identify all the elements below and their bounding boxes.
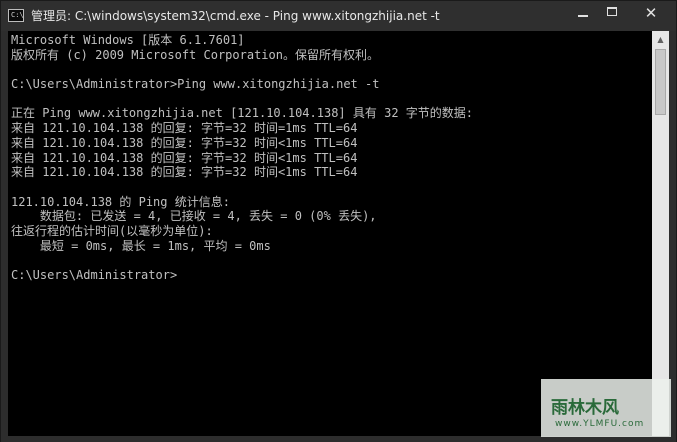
maximize-icon — [607, 7, 617, 16]
console-line: Microsoft Windows [版本 6.1.7601] — [11, 33, 245, 47]
window-title: 管理员: C:\windows\system32\cmd.exe - Ping … — [31, 9, 440, 23]
scrollbar-thumb[interactable] — [655, 49, 666, 115]
vertical-scrollbar[interactable]: ▲ — [652, 31, 669, 436]
cmd-window: C:\ 管理员: C:\windows\system32\cmd.exe - P… — [0, 0, 677, 442]
watermark-url: www.YLMFU.com — [555, 419, 645, 429]
console-line: 正在 Ping www.xitongzhijia.net [121.10.104… — [11, 106, 474, 121]
site-watermark: 雨林木风 www.YLMFU.com — [541, 379, 671, 437]
console-line: 来自 121.10.104.138 的回复: 字节=32 时间<1ms TTL=… — [11, 150, 358, 165]
minimize-icon — [578, 15, 588, 17]
scroll-up-arrow-icon[interactable]: ▲ — [652, 31, 669, 48]
minimize-button[interactable] — [569, 1, 597, 25]
close-button[interactable]: ✕ — [629, 1, 673, 25]
close-icon: ✕ — [644, 4, 658, 22]
maximize-button[interactable] — [599, 1, 627, 25]
console-line: 往返行程的估计时间(以毫秒为单位): — [11, 223, 213, 238]
console-line: 最短 = 0ms, 最长 = 1ms, 平均 = 0ms — [11, 238, 271, 253]
console-line: C:\Users\Administrator> — [11, 268, 178, 282]
console-output[interactable]: Microsoft Windows [版本 6.1.7601] 版权所有 (c) … — [8, 31, 652, 436]
cmd-app-icon[interactable]: C:\ — [8, 9, 24, 22]
console-line: 数据包: 已发送 = 4, 已接收 = 4, 丢失 = 0 (0% 丢失), — [11, 209, 377, 224]
watermark-text: 雨林木风 — [551, 398, 619, 418]
title-bar[interactable]: C:\ 管理员: C:\windows\system32\cmd.exe - P… — [1, 1, 676, 31]
console-line: C:\Users\Administrator>Ping www.xitongzh… — [11, 77, 380, 92]
console-line: 来自 121.10.104.138 的回复: 字节=32 时间=1ms TTL=… — [11, 121, 358, 136]
console-line: 来自 121.10.104.138 的回复: 字节=32 时间<1ms TTL=… — [11, 135, 358, 150]
console-line: 来自 121.10.104.138 的回复: 字节=32 时间<1ms TTL=… — [11, 165, 358, 180]
console-line: 121.10.104.138 的 Ping 统计信息: — [11, 194, 230, 209]
console-text: Microsoft Windows [版本 6.1.7601] 版权所有 (c) … — [11, 33, 473, 283]
console-line: 版权所有 (c) 2009 Microsoft Corporation。保留所有… — [11, 47, 379, 62]
